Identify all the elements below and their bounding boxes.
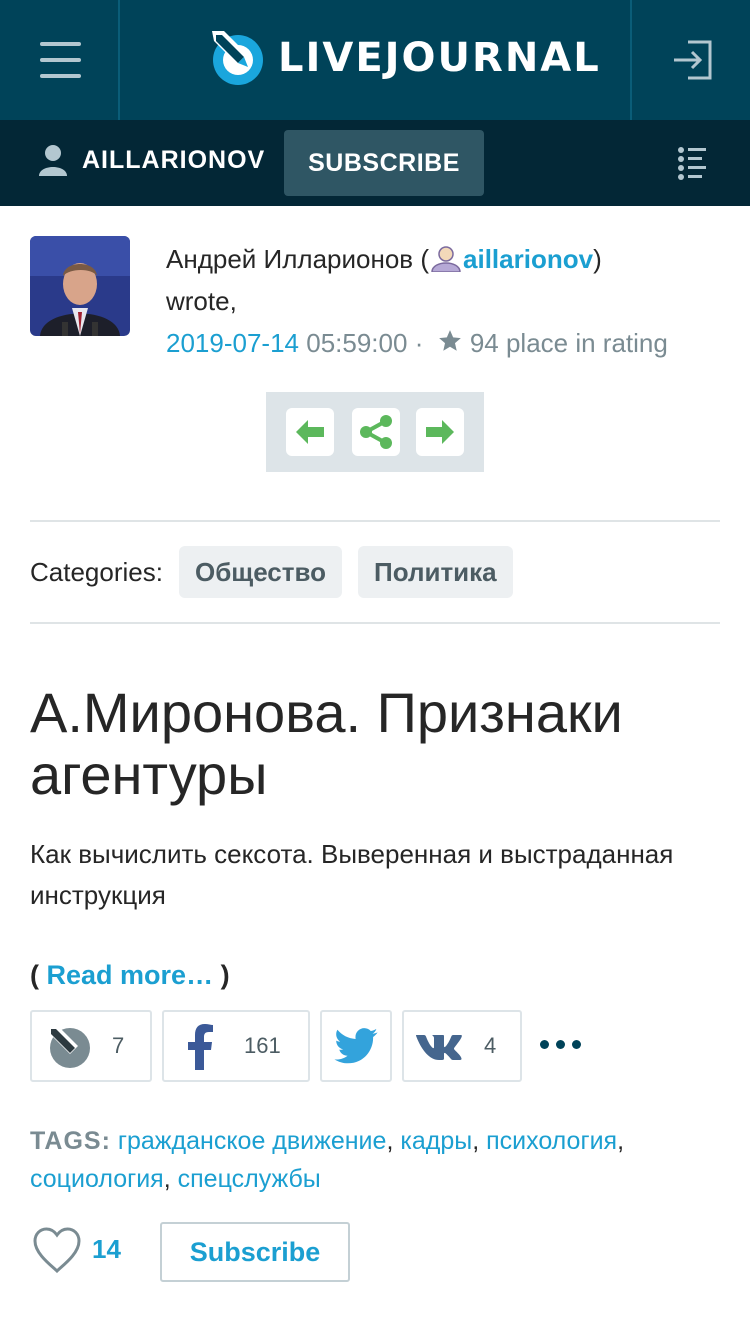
readmore-open-paren: ( — [30, 960, 39, 990]
like-heart-icon[interactable] — [32, 1226, 82, 1276]
like-count: 14 — [92, 1234, 121, 1264]
open-paren: ( — [420, 244, 430, 274]
tag-link[interactable]: кадры — [400, 1127, 472, 1155]
share-facebook-button[interactable]: 161 — [162, 1010, 310, 1082]
more-share-button[interactable] — [540, 1040, 588, 1049]
menu-button[interactable] — [0, 0, 120, 120]
livejournal-icon — [48, 1026, 90, 1068]
author-username-link[interactable]: aillarionov — [463, 244, 593, 274]
share-livejournal-button[interactable]: 7 — [30, 1010, 152, 1082]
vk-icon — [416, 1035, 462, 1060]
tag-sep: , — [472, 1127, 480, 1155]
journal-bar: AILLARIONOV SUBSCRIBE — [0, 120, 750, 206]
category-chip[interactable]: Общество — [178, 546, 343, 598]
post-date-link[interactable]: 2019-07-14 — [166, 328, 299, 358]
more-dots-icon — [540, 1040, 549, 1049]
tags-label: TAGS: — [30, 1127, 111, 1155]
list-icon — [678, 147, 706, 180]
wrote-label: wrote, — [166, 286, 237, 316]
share-icon — [360, 415, 392, 449]
post-navigation — [266, 392, 484, 472]
user-badge-icon — [431, 246, 461, 273]
star-icon — [438, 330, 461, 351]
categories-label: Categories: — [30, 556, 163, 587]
user-icon — [39, 145, 67, 176]
post-title[interactable]: А.Миронова. Признаки агентуры — [30, 682, 730, 806]
meta-separator: · — [414, 328, 424, 358]
facebook-icon — [188, 1024, 213, 1070]
journal-user[interactable]: AILLARIONOV — [38, 144, 265, 176]
list-menu-button[interactable] — [678, 146, 706, 180]
share-facebook-count: 161 — [244, 1033, 281, 1058]
categories: Categories: Общество Политика — [30, 546, 529, 598]
hamburger-line — [40, 74, 81, 78]
livejournal-logo[interactable]: LIVEJOURNAL — [208, 28, 601, 88]
divider — [30, 622, 720, 624]
next-post-button[interactable] — [416, 408, 464, 456]
divider — [30, 520, 720, 522]
tag-link[interactable]: социология — [30, 1165, 164, 1193]
tag-link[interactable]: гражданское движение — [118, 1127, 387, 1155]
login-button[interactable] — [630, 0, 750, 120]
share-vk-button[interactable]: 4 — [402, 1010, 522, 1082]
tag-sep: , — [386, 1127, 394, 1155]
dot — [572, 1040, 581, 1049]
category-chip[interactable]: Политика — [358, 546, 513, 598]
rating-text[interactable]: 94 place in rating — [470, 328, 668, 358]
tag-sep: , — [163, 1165, 171, 1193]
share-lj-count: 7 — [112, 1033, 125, 1058]
dot — [556, 1040, 565, 1049]
share-button[interactable] — [352, 408, 400, 456]
arrow-right-icon — [426, 420, 454, 444]
read-more-link[interactable]: Read more… — [47, 960, 214, 990]
lj-pencil-icon — [212, 31, 263, 85]
hamburger-icon — [40, 42, 81, 46]
tag-link[interactable]: спецслужбы — [178, 1165, 321, 1193]
subscribe-button-top[interactable]: SUBSCRIBE — [284, 130, 484, 196]
tags: TAGS: гражданское движение, кадры, психо… — [30, 1122, 730, 1198]
author-info: Андрей Илларионов ( aillarionov) wrote, 2… — [166, 238, 736, 364]
arrow-left-icon — [296, 420, 324, 444]
twitter-icon — [334, 1028, 378, 1064]
login-icon — [674, 40, 712, 80]
tag-link[interactable]: психология — [486, 1127, 617, 1155]
read-more: ( Read more… ) — [30, 960, 230, 991]
share-vk-count: 4 — [484, 1033, 497, 1058]
post-lead: Как вычислить сексота. Выверенная и выст… — [30, 839, 674, 910]
logo-text: LIVEJOURNAL — [278, 35, 601, 81]
hamburger-line — [40, 58, 81, 62]
post-time: 05:59:00 — [306, 328, 408, 358]
share-twitter-button[interactable] — [320, 1010, 392, 1082]
tag-sep: , — [617, 1127, 625, 1155]
author-name: Андрей Илларионов — [166, 244, 414, 274]
prev-post-button[interactable] — [286, 408, 334, 456]
avatar-photo — [30, 236, 130, 336]
readmore-close-paren: ) — [220, 960, 230, 990]
author-avatar[interactable] — [30, 236, 130, 336]
top-bar: LIVEJOURNAL — [0, 0, 750, 120]
close-paren: ) — [593, 244, 602, 274]
subscribe-button-bottom[interactable]: Subscribe — [160, 1222, 350, 1282]
journal-username: AILLARIONOV — [82, 145, 266, 174]
